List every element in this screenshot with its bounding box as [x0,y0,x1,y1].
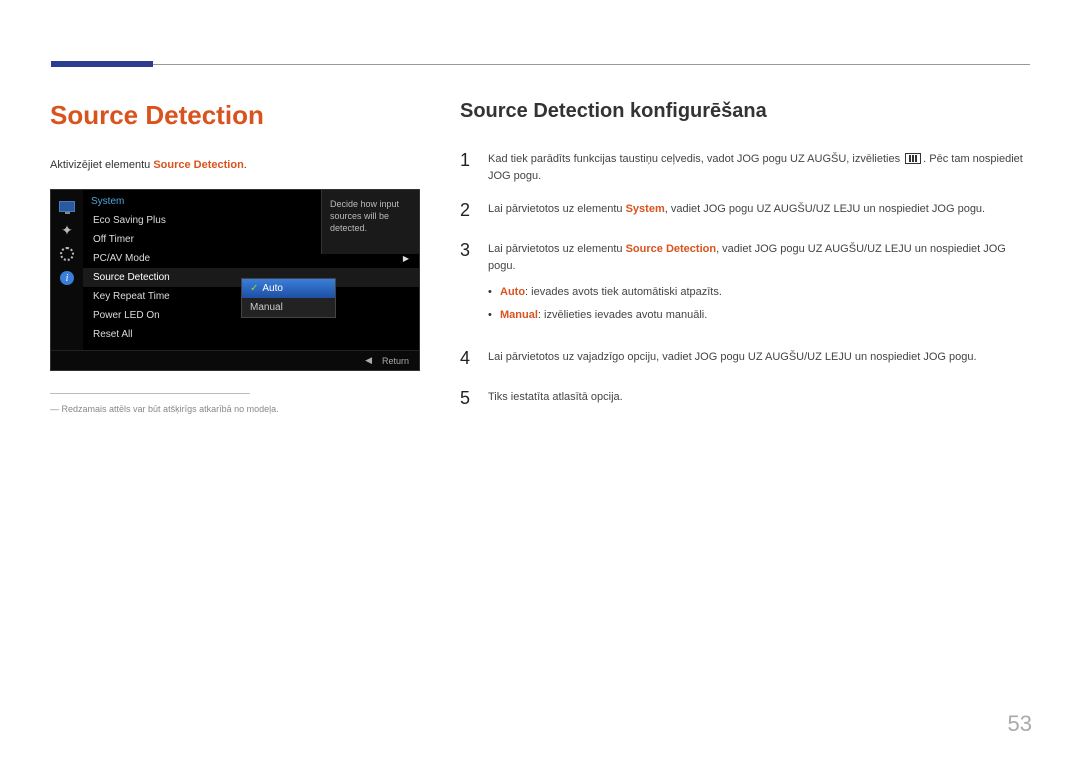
step-5: 5 Tiks iestatīta atlasītā opcija. [460,385,1030,413]
header-accent [51,61,153,67]
intro-prefix: Aktivizējiet elementu [50,159,153,171]
osd-body: ✦ i System Decide how input sources will… [51,190,419,350]
page-title: Source Detection [50,100,420,131]
bullet-list: Auto: ievades avots tiek automātiski atp… [488,281,1030,327]
section-title: Source Detection konfigurēšana [460,100,1030,123]
monitor-icon [57,196,77,216]
osd-row-label: Power LED On [93,310,160,321]
step-body: Lai pārvietotos uz elementu System, vadi… [488,197,985,225]
star-icon: ✦ [57,220,77,240]
page-number: 53 [1008,711,1032,737]
osd-screenshot: ✦ i System Decide how input sources will… [50,189,420,371]
step-body: Lai pārvietotos uz vajadzīgo opciju, vad… [488,345,977,373]
bullet-item: Manual: izvēlieties ievades avotu manuāl… [488,304,1030,327]
osd-footer-return: Return [382,356,409,366]
step-body: Tiks iestatīta atlasītā opcija. [488,385,623,413]
osd-row-label: Reset All [93,329,132,340]
step-text: , vadiet JOG pogu UZ AUGŠU/UZ LEJU un no… [665,203,985,215]
osd-tooltip: Decide how input sources will be detecte… [321,190,419,254]
bullet-text: : izvēlieties ievades avotu manuāli. [538,309,707,321]
step-term: System [626,203,665,215]
bullet-term: Auto [500,286,525,298]
footnote-rule [50,393,250,394]
bullet-term: Manual [500,309,538,321]
osd-row-label: Off Timer [93,234,134,245]
info-icon: i [57,268,77,288]
header-rule [51,64,1030,65]
step-text: Lai pārvietotos uz elementu [488,243,626,255]
osd-submenu: ✓ Auto Manual [241,278,336,318]
osd-row-label: Eco Saving Plus [93,215,166,226]
gear-icon [57,244,77,264]
osd-submenu-label: Auto [262,283,283,294]
step-text: Lai pārvietotos uz vajadzīgo opciju, vad… [488,351,977,363]
intro-text: Aktivizējiet elementu Source Detection. [50,159,420,171]
osd-row: Reset All [83,325,419,344]
osd-row-label: Key Repeat Time [93,291,170,302]
right-column: Source Detection konfigurēšana 1 Kad tie… [460,100,1030,425]
step-number: 4 [460,345,488,373]
menu-icon [905,153,921,164]
step-body: Kad tiek parādīts funkcijas taustiņu ceļ… [488,147,1030,185]
osd-row-label: PC/AV Mode [93,253,150,264]
footnote: Redzamais attēls var būt atšķirīgs atkar… [50,404,420,414]
osd-menu: System Decide how input sources will be … [83,190,419,350]
step-text: Lai pārvietotos uz elementu [488,203,626,215]
bullet-text: : ievades avots tiek automātiski atpazīt… [525,286,722,298]
step-number: 3 [460,237,488,333]
left-column: Source Detection Aktivizējiet elementu S… [50,100,420,425]
intro-term: Source Detection [153,159,243,171]
step-3: 3 Lai pārvietotos uz elementu Source Det… [460,237,1030,333]
osd-sidebar-icons: ✦ i [51,190,83,350]
bullet-item: Auto: ievades avots tiek automātiski atp… [488,281,1030,304]
intro-suffix: . [244,159,247,171]
osd-row-label: Source Detection [93,272,170,283]
check-icon: ✓ [250,283,258,294]
osd-footer-nav: ◀ [365,355,372,366]
osd-footer: ◀ Return [51,350,419,370]
osd-submenu-item: Manual [242,298,335,317]
step-number: 2 [460,197,488,225]
osd-submenu-item-selected: ✓ Auto [242,279,335,298]
osd-submenu-label: Manual [250,302,283,313]
step-text: Tiks iestatīta atlasītā opcija. [488,391,623,403]
step-2: 2 Lai pārvietotos uz elementu System, va… [460,197,1030,225]
steps-list: 1 Kad tiek parādīts funkcijas taustiņu c… [460,147,1030,413]
step-term: Source Detection [626,243,716,255]
step-text: Kad tiek parādīts funkcijas taustiņu ceļ… [488,153,903,165]
step-1: 1 Kad tiek parādīts funkcijas taustiņu c… [460,147,1030,185]
step-body: Lai pārvietotos uz elementu Source Detec… [488,237,1030,333]
osd-row-value: ▶ [403,254,409,263]
step-number: 1 [460,147,488,185]
step-4: 4 Lai pārvietotos uz vajadzīgo opciju, v… [460,345,1030,373]
step-number: 5 [460,385,488,413]
